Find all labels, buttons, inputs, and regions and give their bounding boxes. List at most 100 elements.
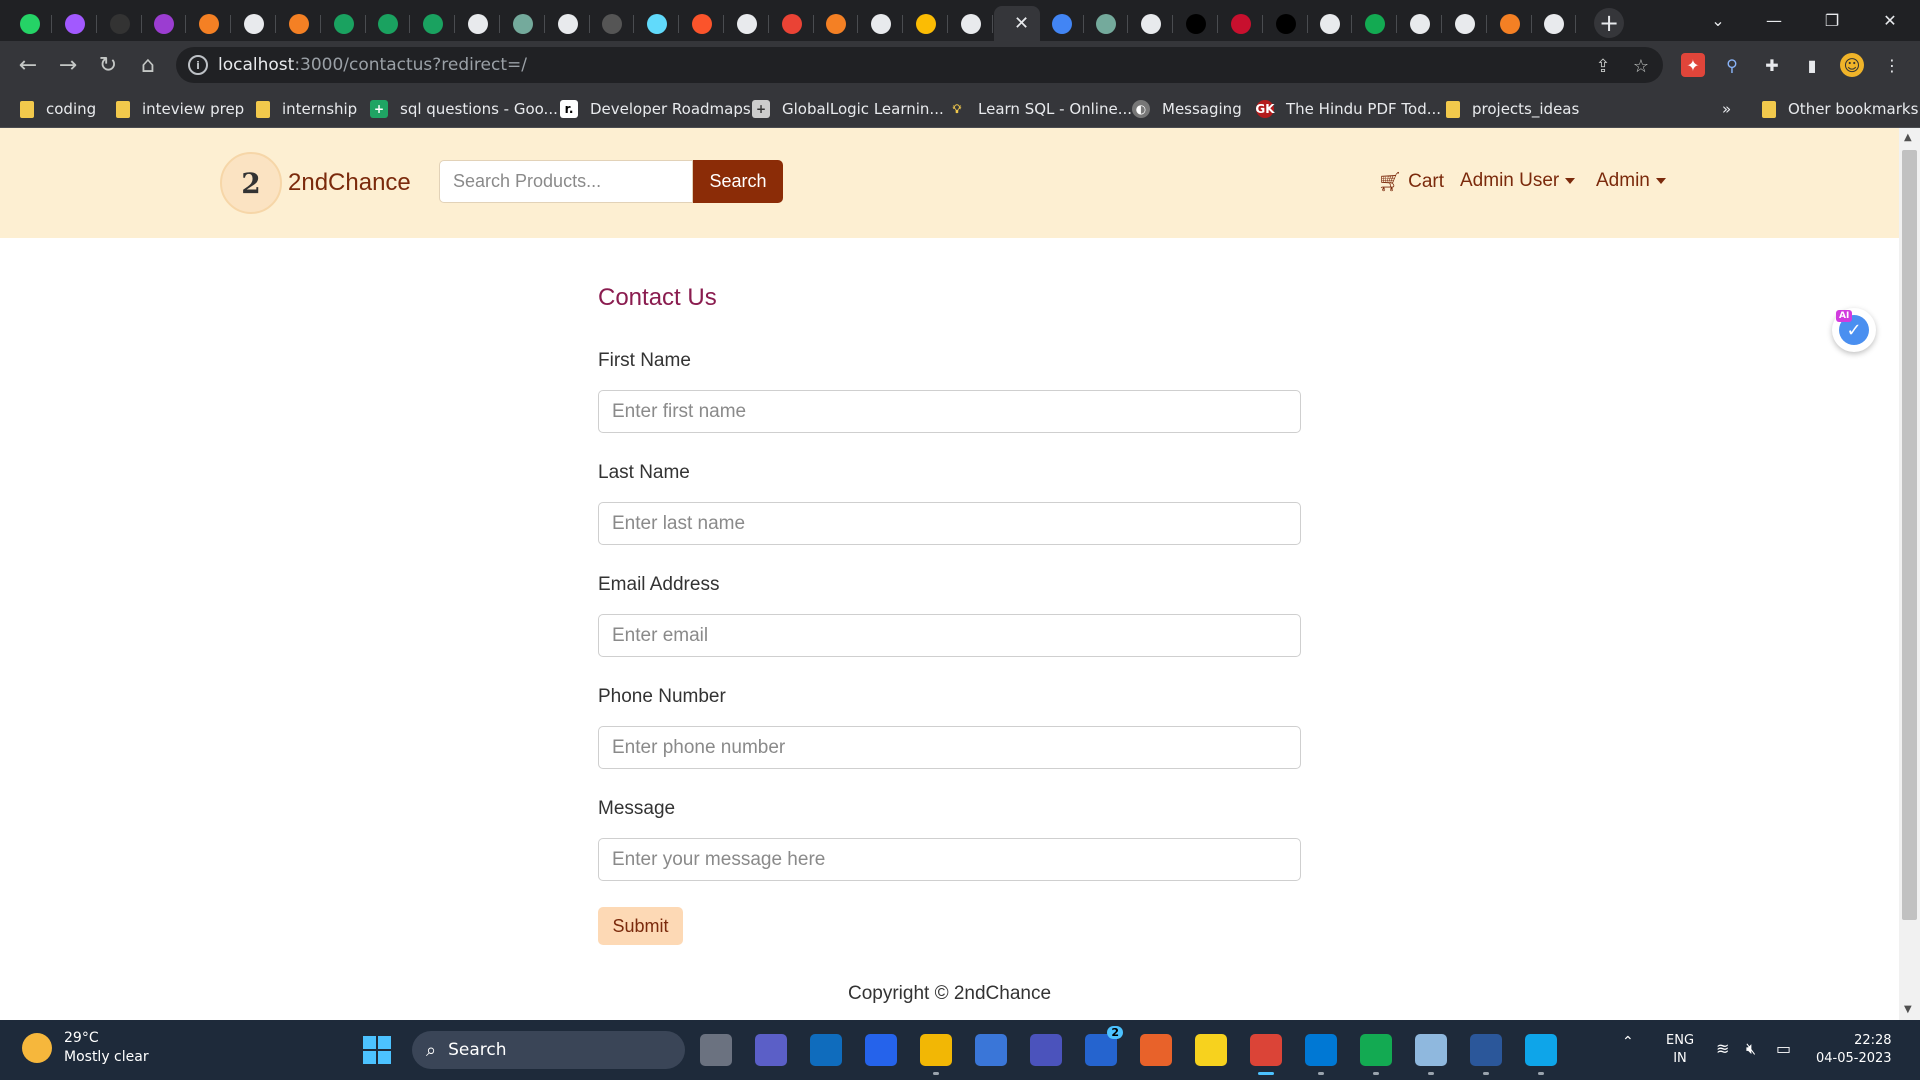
todo-icon[interactable]: 2 [1085, 1026, 1123, 1066]
browser-tab[interactable] [1398, 6, 1442, 41]
bookmark-item[interactable]: 💡︎ Learn SQL - Online... [948, 98, 1132, 120]
url-text[interactable]: localhost:3000/contactus?redirect=/ [218, 55, 527, 75]
extensions-puzzle-icon[interactable]: ✚ [1760, 53, 1784, 77]
file-explorer-icon[interactable] [920, 1034, 952, 1066]
browser-tab[interactable] [8, 6, 52, 41]
browser-tab[interactable] [814, 6, 859, 41]
first-name-input[interactable] [598, 390, 1301, 433]
sticky-notes-icon[interactable] [1195, 1034, 1227, 1066]
browser-tab[interactable] [859, 6, 904, 41]
browser-tab[interactable] [98, 6, 142, 41]
browser-tab[interactable] [142, 6, 187, 41]
browser-tab[interactable] [232, 6, 276, 41]
reload-icon[interactable]: ↻ [92, 49, 124, 81]
browser-tab[interactable] [1040, 6, 1084, 41]
profile-avatar[interactable]: ☺ [1840, 53, 1864, 77]
bookmark-star-icon[interactable]: ☆ [1629, 54, 1653, 78]
browser-tab[interactable] [1532, 6, 1577, 41]
share-icon[interactable]: ⇪ [1591, 54, 1615, 78]
bookmark-item[interactable]: + sql questions - Goo... [370, 98, 558, 120]
word-icon[interactable] [1470, 1034, 1502, 1066]
tab-search-icon[interactable]: ⌄ [1696, 4, 1740, 36]
other-bookmarks-folder[interactable]: Other bookmarks [1762, 98, 1918, 120]
browser-tab[interactable] [1219, 6, 1263, 41]
home-icon[interactable]: ⌂ [132, 49, 164, 81]
brand-link[interactable]: 2 2ndChance [220, 152, 411, 214]
tray-overflow-icon[interactable]: ⌃ [1622, 1034, 1634, 1050]
browser-tab[interactable] [904, 6, 948, 41]
browser-tab[interactable] [590, 6, 635, 41]
close-window-button[interactable]: ✕ [1868, 4, 1912, 36]
bookmark-item[interactable]: internship [256, 98, 357, 120]
battery-icon[interactable]: ▭ [1776, 1040, 1791, 1058]
browser-tab[interactable] [411, 6, 456, 41]
browser-tab[interactable] [635, 6, 680, 41]
forward-icon[interactable]: → [52, 49, 84, 81]
tab-active[interactable]: ✕ [993, 6, 1040, 41]
bookmark-item[interactable]: + GlobalLogic Learnin... [752, 98, 944, 120]
minimize-button[interactable]: — [1752, 4, 1796, 36]
task-view-icon[interactable] [700, 1034, 732, 1066]
admin-user-dropdown[interactable]: Admin User [1460, 170, 1576, 192]
scroll-up-icon[interactable]: ▲ [1904, 132, 1912, 143]
browser-tab[interactable] [1443, 6, 1487, 41]
browser-tab[interactable] [501, 6, 545, 41]
submit-button[interactable]: Submit [598, 907, 683, 945]
cart-link[interactable]: 🛒︎ Cart [1378, 170, 1444, 194]
side-panel-icon[interactable]: ▮ [1800, 53, 1824, 77]
scroll-down-icon[interactable]: ▼ [1904, 1004, 1912, 1015]
bookmark-item[interactable]: inteview prep [116, 98, 244, 120]
browser-tab[interactable] [53, 6, 97, 41]
browser-tab[interactable] [1174, 6, 1218, 41]
mongodb-compass-icon[interactable] [1360, 1034, 1392, 1066]
bookmark-item[interactable]: coding [20, 98, 96, 120]
weather-widget[interactable]: 29°C Mostly clear [22, 1030, 149, 1065]
back-icon[interactable]: ← [12, 49, 44, 81]
browser-tab[interactable] [366, 6, 411, 41]
search-button[interactable]: Search [693, 160, 783, 203]
microsoft-store-icon[interactable] [975, 1034, 1007, 1066]
clock[interactable]: 22:28 04-05-2023 [1816, 1032, 1892, 1068]
teams-icon[interactable] [1030, 1034, 1062, 1066]
bookmarks-overflow-button[interactable]: » [1722, 98, 1731, 120]
new-tab-button[interactable]: + [1594, 8, 1624, 38]
extension-red-icon[interactable]: ✦ [1681, 53, 1705, 77]
restore-button[interactable]: ❐ [1810, 4, 1854, 36]
browser-tab[interactable] [1129, 6, 1174, 41]
browser-tab[interactable] [1264, 6, 1308, 41]
bookmark-item[interactable]: r. Developer Roadmaps [560, 98, 751, 120]
browser-tab[interactable] [1084, 6, 1129, 41]
wifi-icon[interactable]: ≋ [1716, 1040, 1729, 1058]
app-orange-icon[interactable] [1140, 1034, 1172, 1066]
bookmark-item[interactable]: GK The Hindu PDF Tod... [1255, 98, 1441, 120]
page-scrollbar[interactable]: ▲ ▼ [1899, 128, 1920, 1020]
photos-icon[interactable] [1525, 1034, 1557, 1066]
close-tab-icon[interactable]: ✕ [1014, 13, 1029, 34]
volume-muted-icon[interactable]: 🔇︎ [1746, 1040, 1756, 1058]
browser-tab[interactable] [322, 6, 366, 41]
site-info-icon[interactable]: i [188, 55, 208, 75]
browser-tab[interactable] [277, 6, 321, 41]
windows-start-icon[interactable] [363, 1036, 391, 1064]
browser-tab[interactable] [546, 6, 590, 41]
screen-capture-icon[interactable] [865, 1034, 897, 1066]
email-input[interactable] [598, 614, 1301, 657]
snipping-tool-icon[interactable] [810, 1034, 842, 1066]
message-input[interactable] [598, 838, 1301, 881]
bookmark-item[interactable]: projects_ideas [1446, 98, 1579, 120]
browser-tab[interactable] [680, 6, 724, 41]
chrome-taskbar-icon[interactable] [1250, 1034, 1282, 1066]
browser-tab[interactable] [1488, 6, 1532, 41]
scrollbar-thumb[interactable] [1902, 150, 1917, 920]
extension-key-icon[interactable]: ⚲ [1720, 53, 1744, 77]
browser-tab[interactable] [1308, 6, 1353, 41]
address-bar[interactable]: i localhost:3000/contactus?redirect=/ ⇪ … [176, 47, 1663, 83]
more-menu-icon[interactable]: ⋮ [1880, 53, 1904, 77]
browser-tab[interactable] [187, 6, 232, 41]
ai-assistant-widget[interactable]: AI ✓ [1832, 308, 1876, 352]
language-indicator[interactable]: ENG IN [1666, 1032, 1694, 1068]
teams-chat-icon[interactable] [755, 1034, 787, 1066]
phone-input[interactable] [598, 726, 1301, 769]
notepad-icon[interactable] [1415, 1034, 1447, 1066]
product-search-input[interactable] [439, 160, 693, 203]
